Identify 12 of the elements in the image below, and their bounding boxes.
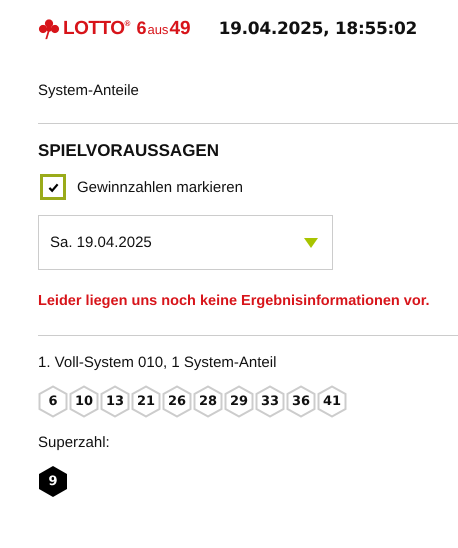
- checkbox[interactable]: [40, 174, 66, 200]
- date-dropdown[interactable]: Sa. 19.04.2025: [38, 215, 333, 270]
- lotto-logo: LOTTO® 6aus49: [38, 18, 191, 40]
- superzahl-label: Superzahl:: [38, 434, 110, 451]
- checkbox-label[interactable]: Gewinnzahlen markieren: [77, 178, 243, 196]
- caret-icon: [304, 238, 318, 248]
- error-message: Leider liegen uns noch keine Ergebnisinformationen vor.: [38, 293, 430, 309]
- date-time: 19.04.2025, 18:55:02: [218, 19, 418, 39]
- section-label: System-Anteile: [38, 82, 139, 99]
- check-icon: [48, 182, 58, 192]
- section-title: SPIELVORAUSSAGEN: [38, 141, 220, 161]
- system-title: 1. Voll-System 010, 1 System-Anteil: [38, 354, 276, 371]
